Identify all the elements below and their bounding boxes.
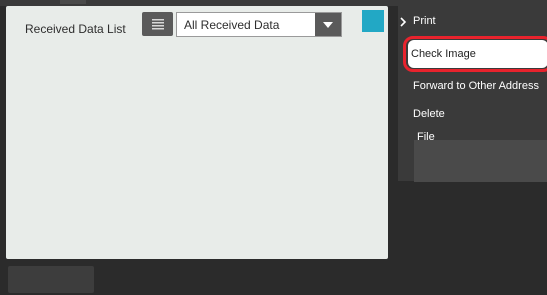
bottom-button[interactable] — [8, 266, 94, 293]
menu-item-file[interactable]: File — [417, 131, 435, 143]
chevron-right-icon — [400, 17, 407, 27]
status-indicator — [362, 10, 384, 32]
data-filter-value: All Received Data — [184, 18, 280, 32]
action-menu-lower — [414, 140, 547, 182]
menu-item-delete[interactable]: Delete — [413, 108, 445, 120]
panel-title: Received Data List — [25, 22, 126, 36]
list-icon — [151, 19, 164, 30]
menu-item-forward[interactable]: Forward to Other Address — [413, 80, 539, 92]
data-filter-select[interactable]: All Received Data — [176, 12, 342, 37]
highlight-outline — [403, 36, 547, 72]
top-tab-hint — [60, 0, 86, 4]
list-view-button[interactable] — [142, 12, 173, 36]
menu-item-print[interactable]: Print — [413, 15, 436, 27]
caret-down-icon — [323, 21, 333, 28]
received-data-panel: Received Data List All Received Data — [6, 6, 388, 259]
dropdown-button[interactable] — [315, 13, 341, 36]
